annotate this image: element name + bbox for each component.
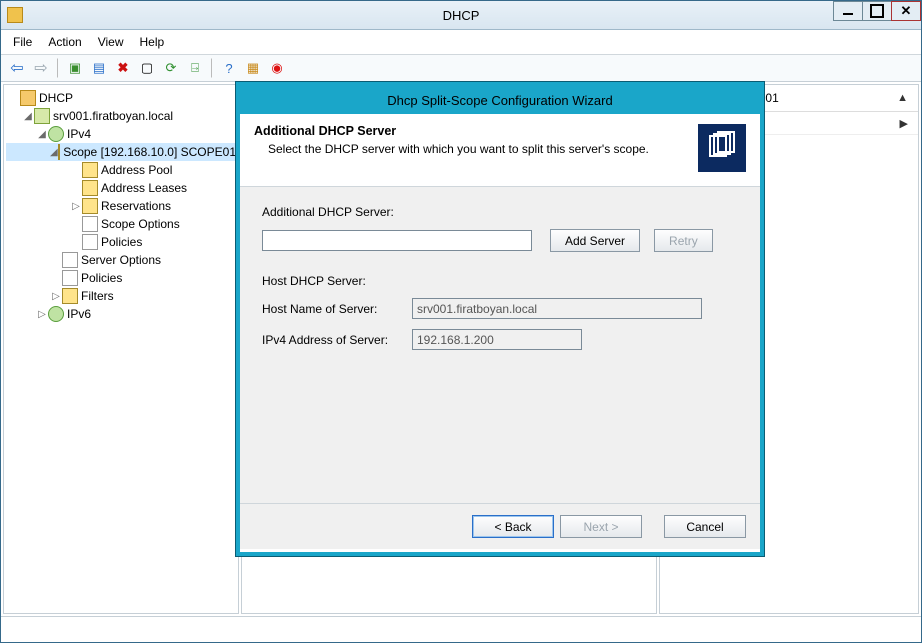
nav-forward-icon: ⇨: [31, 58, 51, 78]
separator-icon: [57, 58, 59, 78]
dhcp-icon: [20, 90, 36, 106]
nav-back-icon[interactable]: ⇦: [7, 58, 27, 78]
tree-label: Scope [192.168.10.0] SCOPE01: [63, 145, 236, 159]
host-section-label: Host DHCP Server:: [262, 274, 412, 288]
tree-label: IPv4: [67, 127, 91, 141]
host-name-label: Host Name of Server:: [262, 302, 412, 316]
tree-label: IPv6: [67, 307, 91, 321]
back-button[interactable]: < Back: [472, 515, 554, 538]
menu-file[interactable]: File: [7, 33, 38, 51]
menu-help[interactable]: Help: [134, 33, 171, 51]
split-scope-wizard: Dhcp Split-Scope Configuration Wizard Ad…: [236, 82, 764, 556]
wizard-heading: Additional DHCP Server: [254, 124, 649, 138]
additional-server-input[interactable]: [262, 230, 532, 251]
additional-server-label: Additional DHCP Server:: [262, 205, 412, 219]
refresh-icon[interactable]: ⟳: [161, 58, 181, 78]
policy-icon: [62, 270, 78, 286]
tree-label: Filters: [81, 289, 114, 303]
collapse-up-icon[interactable]: ▲: [897, 92, 908, 104]
menu-view[interactable]: View: [92, 33, 130, 51]
tree-ipv4[interactable]: ◢IPv4: [6, 125, 236, 143]
wizard-banner-icon: [698, 124, 746, 172]
tree-address-leases[interactable]: Address Leases: [6, 179, 236, 197]
tree-label: srv001.firatboyan.local: [53, 109, 173, 123]
globe-icon: [48, 306, 64, 322]
cancel-button[interactable]: Cancel: [664, 515, 746, 538]
tree-address-pool[interactable]: Address Pool: [6, 161, 236, 179]
delete-icon[interactable]: ✖: [113, 58, 133, 78]
tree-filters[interactable]: ▷Filters: [6, 287, 236, 305]
options-icon: [82, 216, 98, 232]
tree-server-policies[interactable]: Policies: [6, 269, 236, 287]
help-icon[interactable]: ?: [219, 58, 239, 78]
globe-icon: [48, 126, 64, 142]
tree-label: Policies: [81, 271, 122, 285]
ipv4-address-label: IPv4 Address of Server:: [262, 333, 412, 347]
wizard-footer: < Back Next > Cancel: [240, 503, 760, 549]
tree-server[interactable]: ◢srv001.firatboyan.local: [6, 107, 236, 125]
tree-policies[interactable]: Policies: [6, 233, 236, 251]
host-name-field: [412, 298, 702, 319]
server-icon: [34, 108, 50, 124]
tree-label: Address Pool: [101, 163, 172, 177]
close-button[interactable]: [891, 1, 921, 21]
folder-icon: [58, 144, 61, 160]
tree-label: Scope Options: [101, 217, 180, 231]
separator-icon: [211, 58, 213, 78]
tree-label: Policies: [101, 235, 142, 249]
up-folder-icon[interactable]: ▣: [65, 58, 85, 78]
wizard-title[interactable]: Dhcp Split-Scope Configuration Wizard: [240, 86, 760, 114]
menu-action[interactable]: Action: [42, 33, 87, 51]
tree-label: Server Options: [81, 253, 161, 267]
record-icon[interactable]: ◉: [267, 58, 287, 78]
folder-icon: [82, 198, 98, 214]
tree-reservations[interactable]: ▷Reservations: [6, 197, 236, 215]
policy-icon: [82, 234, 98, 250]
tree-label: Address Leases: [101, 181, 187, 195]
wizard-subtitle: Select the DHCP server with which you wa…: [268, 142, 649, 156]
tree-ipv6[interactable]: ▷IPv6: [6, 305, 236, 323]
toolbar: ⇦ ⇨ ▣ ▤ ✖ ▢ ⟳ ⍈ ? ▦ ◉: [1, 55, 921, 82]
ipv4-address-field: [412, 329, 582, 350]
next-button: Next >: [560, 515, 642, 538]
show-hide-tree-icon[interactable]: ▤: [89, 58, 109, 78]
minimize-button[interactable]: [833, 1, 863, 21]
window-title: DHCP: [1, 8, 921, 23]
filter-icon: [62, 288, 78, 304]
wizard-body: Additional DHCP Server: Add Server Retry…: [240, 187, 760, 503]
options-icon: [62, 252, 78, 268]
export-icon[interactable]: ⍈: [185, 58, 205, 78]
tree-label: DHCP: [39, 91, 73, 105]
menubar: File Action View Help: [1, 30, 921, 55]
folder-icon: [82, 162, 98, 178]
tree-label: Reservations: [101, 199, 171, 213]
tree-root[interactable]: DHCP: [6, 89, 236, 107]
tree-scope-options[interactable]: Scope Options: [6, 215, 236, 233]
tree-scope[interactable]: ◢Scope [192.168.10.0] SCOPE01: [6, 143, 236, 161]
properties-icon[interactable]: ▢: [137, 58, 157, 78]
options-icon[interactable]: ▦: [243, 58, 263, 78]
maximize-button[interactable]: [862, 1, 892, 21]
status-bar: [1, 616, 921, 636]
tree-pane[interactable]: DHCP ◢srv001.firatboyan.local ◢IPv4 ◢Sco…: [3, 84, 239, 614]
wizard-banner: Additional DHCP Server Select the DHCP s…: [240, 114, 760, 187]
retry-button: Retry: [654, 229, 713, 252]
folder-icon: [82, 180, 98, 196]
add-server-button[interactable]: Add Server: [550, 229, 640, 252]
chevron-right-icon: ▶: [900, 117, 908, 130]
tree-server-options[interactable]: Server Options: [6, 251, 236, 269]
titlebar[interactable]: DHCP: [1, 1, 921, 30]
